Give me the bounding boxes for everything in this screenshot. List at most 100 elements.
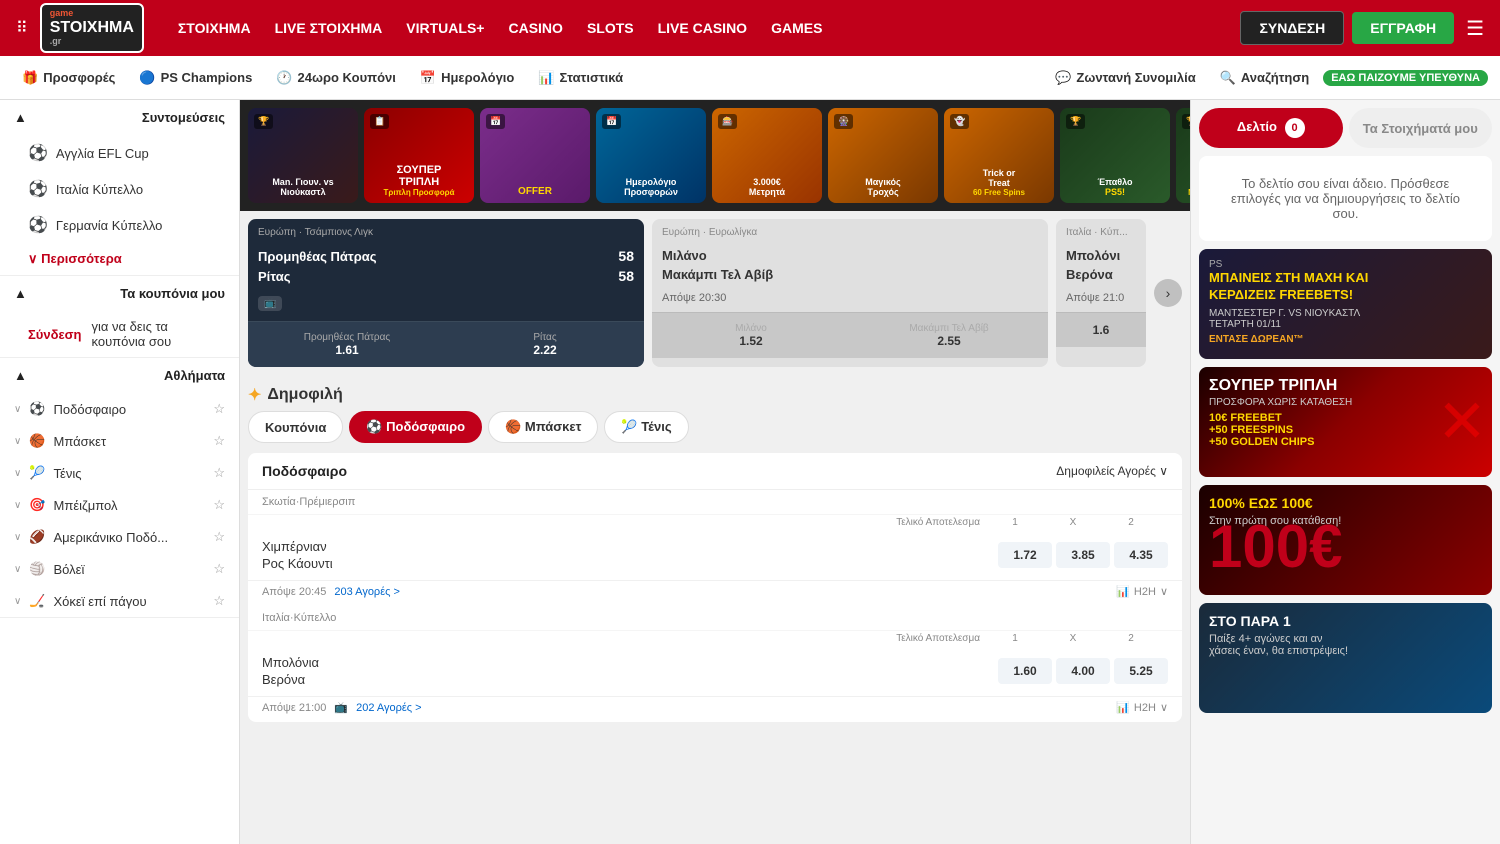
star-icon-football[interactable]: ☆ bbox=[213, 401, 225, 417]
markets-dropdown[interactable]: Δημοφιλείς Αγορές ∨ bbox=[1056, 464, 1168, 478]
nav-slots[interactable]: SLOTS bbox=[577, 14, 644, 42]
filter-tab-football[interactable]: ⚽ Ποδόσφαιρο bbox=[349, 411, 482, 443]
odd-btn-0-2[interactable]: 4.35 bbox=[1114, 542, 1168, 568]
sidebar-sport-baseball[interactable]: ∨ 🎯 Μπέιζμπολ ☆ bbox=[0, 489, 239, 521]
sidebar-item-efl-cup[interactable]: ⚽ Αγγλία EFL Cup bbox=[0, 135, 239, 171]
match-time-1: Απόψε 21:00 bbox=[262, 702, 326, 714]
promo-banner-1[interactable]: ΣΟΥΠΕΡ ΤΡΙΠΛΗ ΠΡΟΣΦΟΡΑ ΧΩΡΙΣ ΚΑΤΑΘΕΣΗ 10… bbox=[1199, 367, 1492, 477]
nav-prosfores[interactable]: 🎁 Προσφορές bbox=[12, 64, 125, 92]
odd-btn-1-1[interactable]: 4.00 bbox=[1056, 658, 1110, 684]
pb-cta-0[interactable]: ΕΝΤΑΣΕ ΔΩΡΕΑΝ™ bbox=[1209, 334, 1482, 345]
odd-btn-1-2[interactable]: 5.25 bbox=[1114, 658, 1168, 684]
fm-teams-0: Προμηθέας Πάτρας 58 Ρίτας 58 bbox=[248, 242, 644, 290]
shortcuts-header[interactable]: ▲ Συντομεύσεις bbox=[0, 100, 239, 135]
nav-24-kouponi[interactable]: 🕐 24ωρο Κουπόνι bbox=[266, 64, 406, 92]
pb-title-2: 100% ΕΩΣ 100€ bbox=[1209, 495, 1482, 511]
promo-card-4[interactable]: 🎰 3.000€ Μετρητά bbox=[712, 108, 822, 203]
matches-next-button[interactable]: › bbox=[1154, 279, 1182, 307]
chevron-down-h2h-0[interactable]: ∨ bbox=[1160, 585, 1168, 598]
nav-statistika[interactable]: 📊 Στατιστικά bbox=[528, 64, 633, 92]
match-team2-0: Ρος Κάουντι bbox=[262, 555, 990, 572]
sidebar-sport-hockey[interactable]: ∨ 🏒 Χόκεϊ επί πάγου ☆ bbox=[0, 585, 239, 617]
sidebar-item-germania-kypello[interactable]: ⚽ Γερμανία Κύπελλο bbox=[0, 207, 239, 243]
featured-match-2[interactable]: Ιταλία · Κύπ... Μπολόνι Βερόνα Απόψε 21:… bbox=[1056, 219, 1146, 367]
match-team1-0: Χιμπέρνιαν bbox=[262, 538, 990, 555]
promo-card-label-3: Ημερολόγιο Προσφορών bbox=[624, 177, 678, 197]
fm-odd-btn-0-1[interactable]: Ρίτας 2.22 bbox=[446, 321, 644, 367]
register-button[interactable]: ΕΓΓΡΑΦΗ bbox=[1352, 12, 1454, 44]
promo-banner-0[interactable]: PS ΜΠΑΙΝΕΙΣ ΣΤΗ ΜΑΧΗ ΚΑΙΚΕΡΔΙΖΕΙΣ FREEBE… bbox=[1199, 249, 1492, 359]
grid-icon[interactable]: ⠿ bbox=[12, 14, 32, 42]
nav-casino[interactable]: CASINO bbox=[498, 14, 572, 42]
promo-card-1[interactable]: 📋 ΣΟΥΠΕΡ ΤΡΙΠΛΗ Τριπλη Προσφορά bbox=[364, 108, 474, 203]
featured-match-1[interactable]: Ευρώπη · Ευρωλίγκα Μιλάνο Μακάμπι Τελ Αβ… bbox=[652, 219, 1048, 367]
sidebar-sport-football[interactable]: ∨ ⚽ Ποδόσφαιρο ☆ bbox=[0, 393, 239, 425]
featured-matches: Ευρώπη · Τσάμπιονς Λιγκ Προμηθέας Πάτρας… bbox=[248, 219, 1182, 367]
promo-card-0[interactable]: 🏆 Man. Γιουν. vs Νιούκαστλ bbox=[248, 108, 358, 203]
betslip-header: Δελτίο 0 Τα Στοιχήματά μου bbox=[1199, 108, 1492, 148]
chevron-down-icon-hockey: ∨ bbox=[14, 596, 21, 607]
promo-card-7[interactable]: 🏆 Έπαθλο PS5! bbox=[1060, 108, 1170, 203]
betslip-button[interactable]: Δελτίο 0 bbox=[1199, 108, 1343, 148]
star-icon-baseball[interactable]: ☆ bbox=[213, 497, 225, 513]
fm-odds-0: Προμηθέας Πάτρας 1.61 Ρίτας 2.22 bbox=[248, 321, 644, 367]
sidebar-login-coupons[interactable]: Σύνδεση για να δεις τα κουπόνια σου bbox=[0, 311, 239, 357]
login-link[interactable]: Σύνδεση bbox=[28, 327, 82, 342]
promo-banner-3[interactable]: ΣΤΟ ΠΑΡΑ 1 Παίξε 4+ αγώνες και ανχάσεις … bbox=[1199, 603, 1492, 713]
nav-live-stoixima[interactable]: LIVE ΣΤΟΙΧΗΜΑ bbox=[265, 14, 393, 42]
tv-icon: 📺 bbox=[258, 296, 282, 311]
sports-header[interactable]: ▲ Αθλήματα bbox=[0, 358, 239, 393]
filter-tab-coupons[interactable]: Κουπόνια bbox=[248, 411, 343, 443]
odd-btn-0-0[interactable]: 1.72 bbox=[998, 542, 1052, 568]
result-label-0: Τελικό Αποτελεσμα bbox=[896, 517, 980, 528]
sidebar-sport-tennis[interactable]: ∨ 🎾 Τένις ☆ bbox=[0, 457, 239, 489]
sidebar-section-sports: ▲ Αθλήματα ∨ ⚽ Ποδόσφαιρο ☆ ∨ 🏀 Μπάσκετ bbox=[0, 358, 239, 618]
nav-virtuals[interactable]: VIRTUALS+ bbox=[396, 14, 494, 42]
logo[interactable]: game SΤΟΙΧΗΜΑ .gr bbox=[40, 3, 144, 52]
fm-team1-0: Προμηθέας Πάτρας bbox=[258, 249, 377, 264]
promo-card-3[interactable]: 📅 Ημερολόγιο Προσφορών bbox=[596, 108, 706, 203]
filter-tab-tennis[interactable]: 🎾 Τένις bbox=[604, 411, 688, 443]
markets-count-0[interactable]: 203 Αγορές > bbox=[334, 586, 400, 598]
promo-card-2[interactable]: 📅 OFFER bbox=[480, 108, 590, 203]
odd-btn-0-1[interactable]: 3.85 bbox=[1056, 542, 1110, 568]
filter-tab-basket[interactable]: 🏀 Μπάσκετ bbox=[488, 411, 598, 443]
nav-ps-champions[interactable]: 🔵 PS Champions bbox=[129, 64, 262, 92]
login-button[interactable]: ΣΥΝΔΕΣΗ bbox=[1240, 11, 1344, 45]
hamburger-icon[interactable]: ☰ bbox=[1462, 12, 1488, 45]
fm-odd-btn-1-0[interactable]: Μιλάνο 1.52 bbox=[652, 312, 850, 358]
my-bets-button[interactable]: Τα Στοιχήματά μου bbox=[1349, 108, 1493, 148]
result-label-1: Τελικό Αποτελεσμα bbox=[896, 633, 980, 644]
coupons-header[interactable]: ▲ Τα κουπόνια μου bbox=[0, 276, 239, 311]
sidebar-sport-volley[interactable]: ∨ 🏐 Βόλεϊ ☆ bbox=[0, 553, 239, 585]
sidebar-sport-american-football[interactable]: ∨ 🏈 Αμερικάνικο Ποδό... ☆ bbox=[0, 521, 239, 553]
promo-card-label-0: Man. Γιουν. vs Νιούκαστλ bbox=[272, 177, 333, 197]
nav-stoixima[interactable]: ΣΤΟΙΧΗΜΑ bbox=[168, 14, 261, 42]
chevron-down-h2h-1[interactable]: ∨ bbox=[1160, 701, 1168, 714]
promo-card-5[interactable]: 🎡 Μαγικός Τροχός bbox=[828, 108, 938, 203]
nav-chat[interactable]: 💬 Ζωντανή Συνομιλία bbox=[1045, 64, 1206, 92]
star-icon-tennis[interactable]: ☆ bbox=[213, 465, 225, 481]
center-content: 🏆 Man. Γιουν. vs Νιούκαστλ 📋 ΣΟΥΠΕΡ ΤΡΙΠ… bbox=[240, 100, 1190, 844]
star-icon-hockey[interactable]: ☆ bbox=[213, 593, 225, 609]
fm-odd-btn-2-0[interactable]: 1.6 bbox=[1056, 312, 1146, 347]
fm-odd-btn-1-1[interactable]: Μακάμπι Τελ Αβίβ 2.55 bbox=[850, 312, 1048, 358]
featured-match-0[interactable]: Ευρώπη · Τσάμπιονς Λιγκ Προμηθέας Πάτρας… bbox=[248, 219, 644, 367]
nav-imerologio[interactable]: 📅 Ημερολόγιο bbox=[410, 64, 524, 92]
nav-live-casino[interactable]: LIVE CASINO bbox=[648, 14, 757, 42]
star-icon-basket[interactable]: ☆ bbox=[213, 433, 225, 449]
promo-card-6[interactable]: 👻 Trick or Treat 60 Free Spins bbox=[944, 108, 1054, 203]
star-icon-am-football[interactable]: ☆ bbox=[213, 529, 225, 545]
sidebar-more-shortcuts[interactable]: ∨ Περισσότερα bbox=[0, 243, 239, 275]
promo-banner-2[interactable]: 100% ΕΩΣ 100€ Στην πρώτη σου κατάθεση! 1… bbox=[1199, 485, 1492, 595]
sidebar-item-italia-kypello[interactable]: ⚽ Ιταλία Κύπελλο bbox=[0, 171, 239, 207]
star-icon-volley[interactable]: ☆ bbox=[213, 561, 225, 577]
odd-btn-1-0[interactable]: 1.60 bbox=[998, 658, 1052, 684]
nav-games[interactable]: GAMES bbox=[761, 14, 832, 42]
markets-count-1[interactable]: 202 Αγορές > bbox=[356, 702, 422, 714]
promo-card-8[interactable]: 🏆 Νικητής Εβδομάδας Με C27 κέρδισε €6.30… bbox=[1176, 108, 1190, 203]
fm-odd-btn-0-0[interactable]: Προμηθέας Πάτρας 1.61 bbox=[248, 321, 446, 367]
sidebar-sport-basket[interactable]: ∨ 🏀 Μπάσκετ ☆ bbox=[0, 425, 239, 457]
chevron-up-icon-3: ▲ bbox=[14, 368, 27, 383]
nav-search[interactable]: 🔍 Αναζήτηση bbox=[1210, 64, 1320, 92]
